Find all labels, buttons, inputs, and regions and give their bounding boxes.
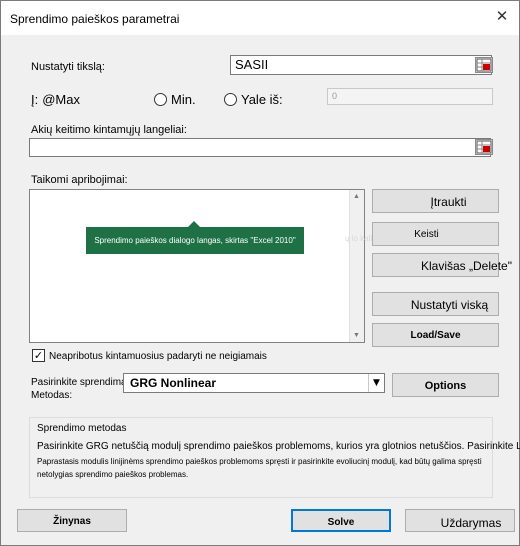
help-button[interactable]: Žinynas <box>17 509 127 532</box>
scroll-up-icon[interactable]: ▲ <box>353 193 360 200</box>
value-of-radio[interactable] <box>224 93 237 106</box>
delete-button[interactable]: Klavišas „Delete" <box>372 253 512 277</box>
value-of-input[interactable]: 0 <box>327 88 493 105</box>
solve-button[interactable]: Solve <box>291 509 391 532</box>
changing-cells-input[interactable] <box>29 138 491 157</box>
min-label: Min. <box>171 92 196 107</box>
options-button[interactable]: Options <box>392 373 499 397</box>
constraints-label: Taikomi apribojimai: <box>31 174 128 186</box>
value-of-label: Yale iš: <box>241 92 283 107</box>
method-label-line2: Metodas: <box>31 390 73 401</box>
title-bar: Sprendimo paieškos parametrai ✕ <box>1 1 519 35</box>
close-button[interactable]: Uždarymas <box>405 509 515 532</box>
to-label: Į: <box>31 92 39 107</box>
objective-label: Nustatyti tikslą: <box>31 61 105 73</box>
reset-all-button[interactable]: Nustatyti viską <box>372 292 499 316</box>
add-button[interactable]: Įtraukti <box>372 189 499 213</box>
nonneg-label: Neapribotus kintamuosius padaryti ne nei… <box>49 351 267 362</box>
value-of-radio-row[interactable]: Yale iš: <box>224 92 283 107</box>
dialog-title: Sprendimo paieškos parametrai <box>10 12 180 26</box>
constraints-list[interactable]: ▲ ▼ <box>29 189 365 343</box>
group-description-line1: Pasirinkite GRG netuščią modulį sprendim… <box>37 441 520 452</box>
change-button[interactable]: Keisti <box>372 222 499 246</box>
load-save-button[interactable]: Load/Save <box>372 323 499 347</box>
min-radio-row[interactable]: Min. <box>154 92 196 107</box>
group-title: Sprendimo metodas <box>37 423 127 434</box>
close-icon[interactable]: ✕ <box>487 4 517 28</box>
to-row: Į: @Max <box>31 92 80 107</box>
tooltip: Sprendimo paieškos dialogo langas, skirt… <box>86 227 304 254</box>
objective-input[interactable]: SASII <box>230 55 492 75</box>
group-description-line2: Paprastasis modulis linijinėms sprendimo… <box>37 457 482 479</box>
scrollbar[interactable]: ▲ ▼ <box>349 190 364 342</box>
solving-method-group: Sprendimo metodas Pasirinkite GRG netušč… <box>29 417 520 498</box>
chevron-down-icon[interactable]: ▼ <box>368 374 384 392</box>
max-label[interactable]: @Max <box>42 92 80 107</box>
nonneg-checkbox[interactable]: ✓ <box>32 349 45 362</box>
range-picker-icon[interactable] <box>475 57 493 73</box>
min-radio[interactable] <box>154 93 167 106</box>
changing-cells-label: Akių keitimo kintamųjų langeliai: <box>31 124 187 136</box>
range-picker-icon[interactable] <box>475 139 493 155</box>
method-select[interactable]: GRG Nonlinear ▼ <box>123 373 385 393</box>
solver-dialog: Sprendimo paieškos parametrai ✕ Nustatyt… <box>0 0 520 546</box>
method-selected: GRG Nonlinear <box>130 376 217 390</box>
method-label-line1: Pasirinkite sprendimą <box>31 377 127 388</box>
scroll-down-icon[interactable]: ▼ <box>353 332 360 339</box>
